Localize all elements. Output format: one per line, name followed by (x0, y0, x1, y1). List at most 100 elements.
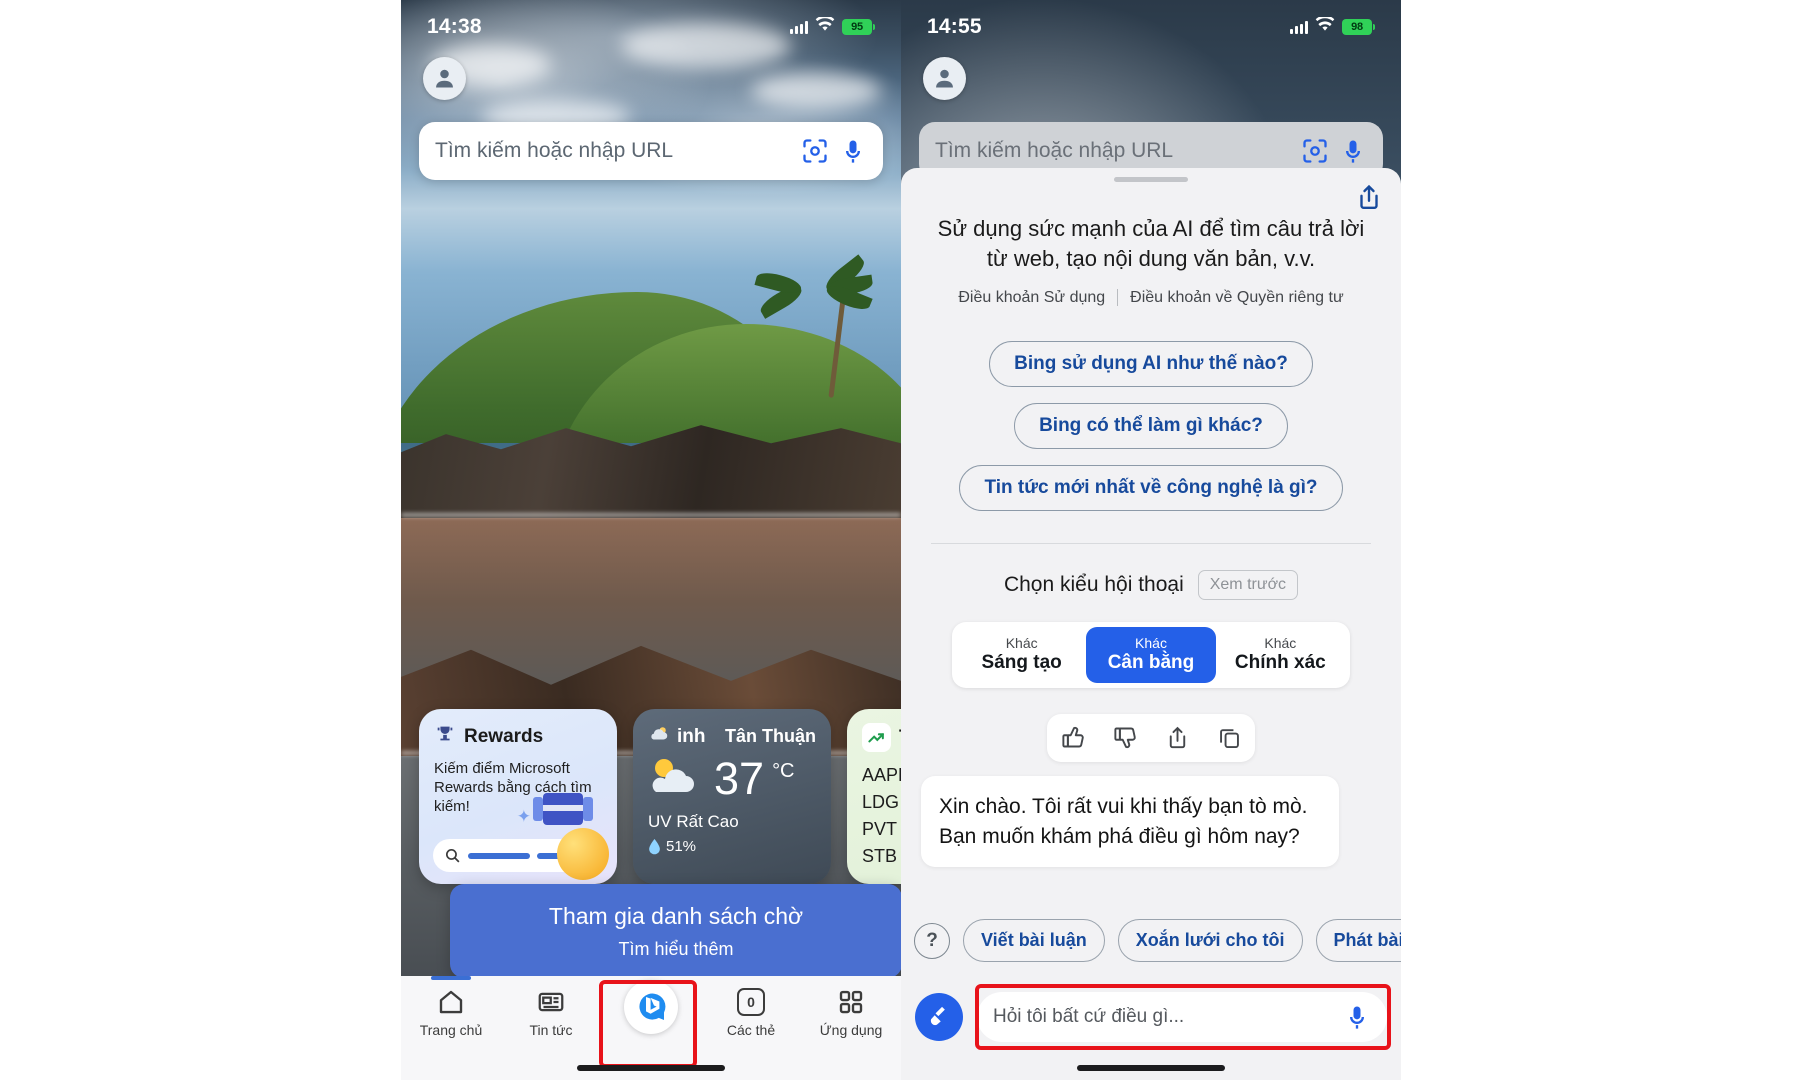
weather-city: Tân Thuận (725, 726, 816, 746)
sidebar-item-bing-chat[interactable] (601, 980, 701, 1039)
bing-chat-sheet: Sử dụng sức mạnh của AI để tìm câu trả l… (901, 168, 1401, 1080)
home-indicator (1077, 1065, 1225, 1071)
prompt-suggestion-row[interactable]: ? Viết bài luận Xoắn lưới cho tôi Phát b… (901, 919, 1401, 962)
style-option-balanced[interactable]: Khác Cân bằng (1086, 626, 1216, 683)
weather-unit: °C (772, 759, 795, 782)
share-icon[interactable] (1354, 182, 1384, 212)
terms-of-use-link[interactable]: Điều khoản Sử dụng (958, 289, 1105, 307)
home-indicator (577, 1065, 725, 1071)
waitlist-subtitle: Tìm hiểu thêm (618, 938, 734, 959)
widget-card-rewards[interactable]: Rewards Kiếm điểm Microsoft Rewards bằng… (419, 709, 617, 884)
right-margin (1401, 0, 1800, 1080)
weather-large-icon (652, 759, 694, 792)
list-item: AAPL (862, 765, 901, 785)
nav-label: Tin tức (529, 1022, 573, 1038)
visual-search-icon[interactable] (1301, 137, 1329, 165)
widget-card-stocks[interactable]: T AAPL LDG PVT STB (847, 709, 901, 884)
widget-card-weather[interactable]: inh Tân Thuận 37 °C UV Rất Cao 51% (633, 709, 831, 884)
battery-indicator: 98 (1342, 19, 1375, 35)
thumbs-up-icon[interactable] (1060, 724, 1087, 751)
status-bar: 14:55 98 (901, 0, 1401, 54)
chat-composer[interactable]: Hỏi tôi bất cứ điều gì... (901, 992, 1401, 1042)
suggestion-chip[interactable]: Bing có thể làm gì khác? (1014, 402, 1288, 449)
clock: 14:38 (427, 15, 482, 38)
style-option-label: Chính xác (1234, 652, 1326, 674)
conversation-style-selector[interactable]: Khác Sáng tạo Khác Cân bằng Khác Chính x… (952, 621, 1350, 688)
widget-card-row[interactable]: Rewards Kiếm điểm Microsoft Rewards bằng… (419, 709, 901, 884)
sidebar-item-apps[interactable]: Ứng dụng (801, 986, 901, 1038)
chat-input-placeholder: Hỏi tôi bất cứ điều gì... (993, 1006, 1185, 1027)
preview-badge: Xem trước (1197, 569, 1299, 600)
weather-temp: 37 (714, 752, 765, 804)
weather-cloud-icon (648, 723, 670, 750)
style-option-sublabel: Khác (1005, 635, 1038, 652)
apps-grid-icon (834, 986, 868, 1017)
news-icon (534, 986, 568, 1017)
tab-count-badge: 0 (737, 987, 765, 1016)
status-bar: 14:38 95 (401, 0, 901, 54)
screenshot-root: 14:38 95 Tìm kiếm hoặc nhập URL Rewards … (0, 0, 1800, 1080)
microphone-icon[interactable] (1343, 1003, 1371, 1031)
sidebar-item-news[interactable]: Tin tức (501, 986, 601, 1038)
intro-text: Sử dụng sức mạnh của AI để tìm câu trả l… (937, 216, 1365, 272)
assistant-message: Xin chào. Tôi rất vui khi thấy bạn tò mò… (921, 775, 1339, 868)
sidebar-item-home[interactable]: Trang chủ (401, 976, 501, 1038)
left-phone-screen: 14:38 95 Tìm kiếm hoặc nhập URL Rewards … (401, 0, 901, 1080)
prompt-chip[interactable]: Viết bài luận (963, 919, 1105, 962)
avatar[interactable] (423, 57, 466, 100)
style-option-precise[interactable]: Khác Chính xác (1216, 627, 1345, 683)
copy-icon[interactable] (1216, 724, 1243, 751)
water-drop-icon (649, 838, 660, 854)
divider (1117, 289, 1119, 307)
search-icon (445, 848, 460, 863)
question-mark-icon[interactable]: ? (914, 922, 950, 959)
weather-uv: UV Rất Cao (648, 812, 739, 831)
waitlist-banner[interactable]: Tham gia danh sách chờ Tìm hiểu thêm (450, 884, 901, 978)
style-option-sublabel: Khác (1135, 635, 1167, 652)
wifi-icon (1315, 15, 1335, 37)
style-option-sublabel: Khác (1264, 635, 1297, 652)
chat-input-box[interactable]: Hỏi tôi bất cứ điều gì... (977, 992, 1387, 1042)
share-icon[interactable] (1164, 724, 1191, 751)
rewards-trophy-icon (434, 723, 456, 750)
nav-label: Ứng dụng (819, 1022, 883, 1038)
style-label: Chọn kiểu hội thoại (1003, 572, 1184, 596)
left-margin (0, 0, 401, 1080)
list-item: STB (862, 846, 898, 866)
visual-search-icon[interactable] (801, 137, 829, 165)
waitlist-title: Tham gia danh sách chờ (548, 902, 804, 929)
wifi-icon (815, 15, 835, 37)
prompt-chip[interactable]: Xoắn lưới cho tôi (1117, 919, 1303, 962)
cellular-bars-icon (790, 20, 808, 34)
tabs-icon: 0 (734, 986, 768, 1017)
sidebar-item-tabs[interactable]: 0 Các thẻ (701, 986, 801, 1038)
message-reaction-bar[interactable] (1047, 713, 1255, 762)
home-icon (434, 986, 468, 1017)
right-phone-screen: 14:55 98 Tìm kiếm hoặc nhập URL Sử dụng … (901, 0, 1401, 1080)
style-option-creative[interactable]: Khác Sáng tạo (957, 627, 1086, 683)
legal-links[interactable]: Điều khoản Sử dụng Điều khoản về Quyền r… (901, 289, 1401, 307)
new-topic-broom-icon[interactable] (915, 993, 963, 1041)
bing-chat-icon[interactable] (624, 980, 678, 1034)
suggestion-chip-list[interactable]: Bing sử dụng AI như thế nào? Bing có thể… (901, 340, 1401, 511)
nav-label: Các thẻ (726, 1022, 776, 1038)
style-option-label: Cân bằng (1107, 652, 1195, 674)
privacy-terms-link[interactable]: Điều khoản về Quyền riêng tư (1130, 289, 1344, 307)
suggestion-chip[interactable]: Tin tức mới nhất về công nghệ là gì? (959, 464, 1343, 511)
gift-graphic (529, 787, 601, 831)
battery-indicator: 95 (842, 19, 875, 35)
suggestion-chip[interactable]: Bing sử dụng AI như thế nào? (989, 340, 1313, 387)
drag-handle[interactable] (1114, 177, 1188, 182)
microphone-icon[interactable] (1339, 137, 1367, 165)
account-avatar-icon (436, 69, 453, 88)
avatar[interactable] (923, 57, 966, 100)
microphone-icon[interactable] (839, 137, 867, 165)
search-placeholder: Tìm kiếm hoặc nhập URL (935, 139, 1174, 162)
search-input[interactable]: Tìm kiếm hoặc nhập URL (419, 122, 883, 180)
style-option-label: Sáng tạo (981, 652, 1062, 674)
prompt-chip[interactable]: Phát bài (1315, 919, 1401, 962)
account-avatar-icon (936, 69, 953, 88)
thumbs-down-icon[interactable] (1112, 724, 1139, 751)
weather-humidity: 51% (648, 838, 816, 855)
list-item: PVT (862, 819, 898, 839)
